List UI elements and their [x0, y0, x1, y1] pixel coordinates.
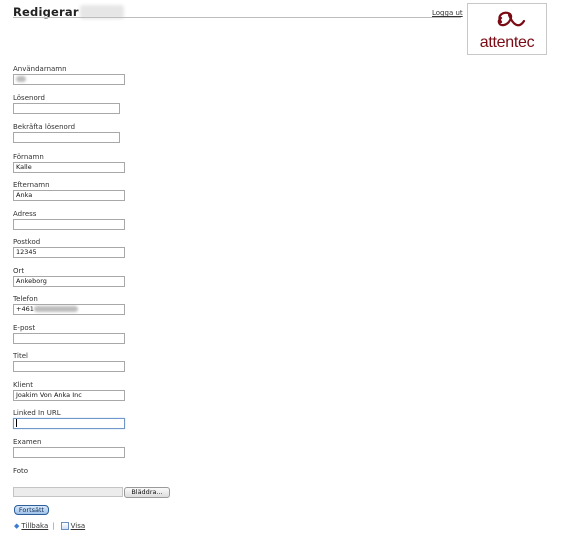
- last-name-label: Efternamn: [13, 181, 50, 189]
- linkedin-field[interactable]: [13, 418, 125, 429]
- text-caret: [16, 419, 17, 427]
- username-label: Användarnamn: [13, 65, 67, 73]
- photo-label: Foto: [13, 467, 29, 475]
- phone-label: Telefon: [13, 295, 38, 303]
- browse-button[interactable]: Bläddra...: [124, 487, 170, 498]
- view-link[interactable]: Visa: [71, 522, 86, 530]
- photo-file-field[interactable]: [13, 487, 123, 497]
- first-name-field[interactable]: Kalle: [13, 162, 125, 173]
- link-separator: |: [52, 522, 55, 530]
- document-icon: [60, 522, 69, 530]
- footer-links: ◆ Tillbaka | Visa: [14, 522, 85, 530]
- logo: attentec: [467, 3, 547, 55]
- username-field[interactable]: [13, 74, 125, 85]
- back-link[interactable]: Tillbaka: [21, 522, 48, 530]
- degree-field[interactable]: [13, 447, 125, 458]
- continue-button[interactable]: Fortsätt: [14, 505, 49, 515]
- attentec-logo-mark-icon: [497, 11, 526, 27]
- last-name-field[interactable]: Anka: [13, 190, 125, 201]
- first-name-label: Förnamn: [13, 153, 44, 161]
- password-label: Lösenord: [13, 94, 45, 102]
- arrow-left-icon: ◆: [14, 522, 20, 530]
- phone-prefix: +461: [16, 305, 34, 313]
- logout-link[interactable]: Logga ut: [432, 9, 463, 17]
- confirm-password-field[interactable]: [13, 132, 120, 143]
- city-label: Ort: [13, 267, 25, 275]
- email-field[interactable]: [13, 333, 125, 344]
- confirm-password-label: Bekräfta lösenord: [13, 123, 76, 131]
- client-field[interactable]: Joakim Von Anka Inc: [13, 390, 125, 401]
- phone-field[interactable]: +461: [13, 304, 125, 315]
- postal-code-label: Postkod: [13, 238, 41, 246]
- header-divider: [13, 17, 461, 18]
- address-field[interactable]: [13, 219, 125, 230]
- degree-label: Examen: [13, 438, 42, 446]
- redacted-username: [16, 76, 26, 82]
- client-label: Klient: [13, 381, 33, 389]
- city-field[interactable]: Ankeborg: [13, 276, 125, 287]
- linkedin-label: Linked In URL: [13, 409, 61, 417]
- title-label: Titel: [13, 352, 29, 360]
- password-field[interactable]: [13, 103, 120, 114]
- address-label: Adress: [13, 210, 37, 218]
- logo-text: attentec: [479, 34, 535, 51]
- email-label: E-post: [13, 324, 36, 332]
- redacted-phone: [33, 306, 78, 312]
- postal-code-field[interactable]: 12345: [13, 247, 125, 258]
- title-field[interactable]: [13, 361, 125, 372]
